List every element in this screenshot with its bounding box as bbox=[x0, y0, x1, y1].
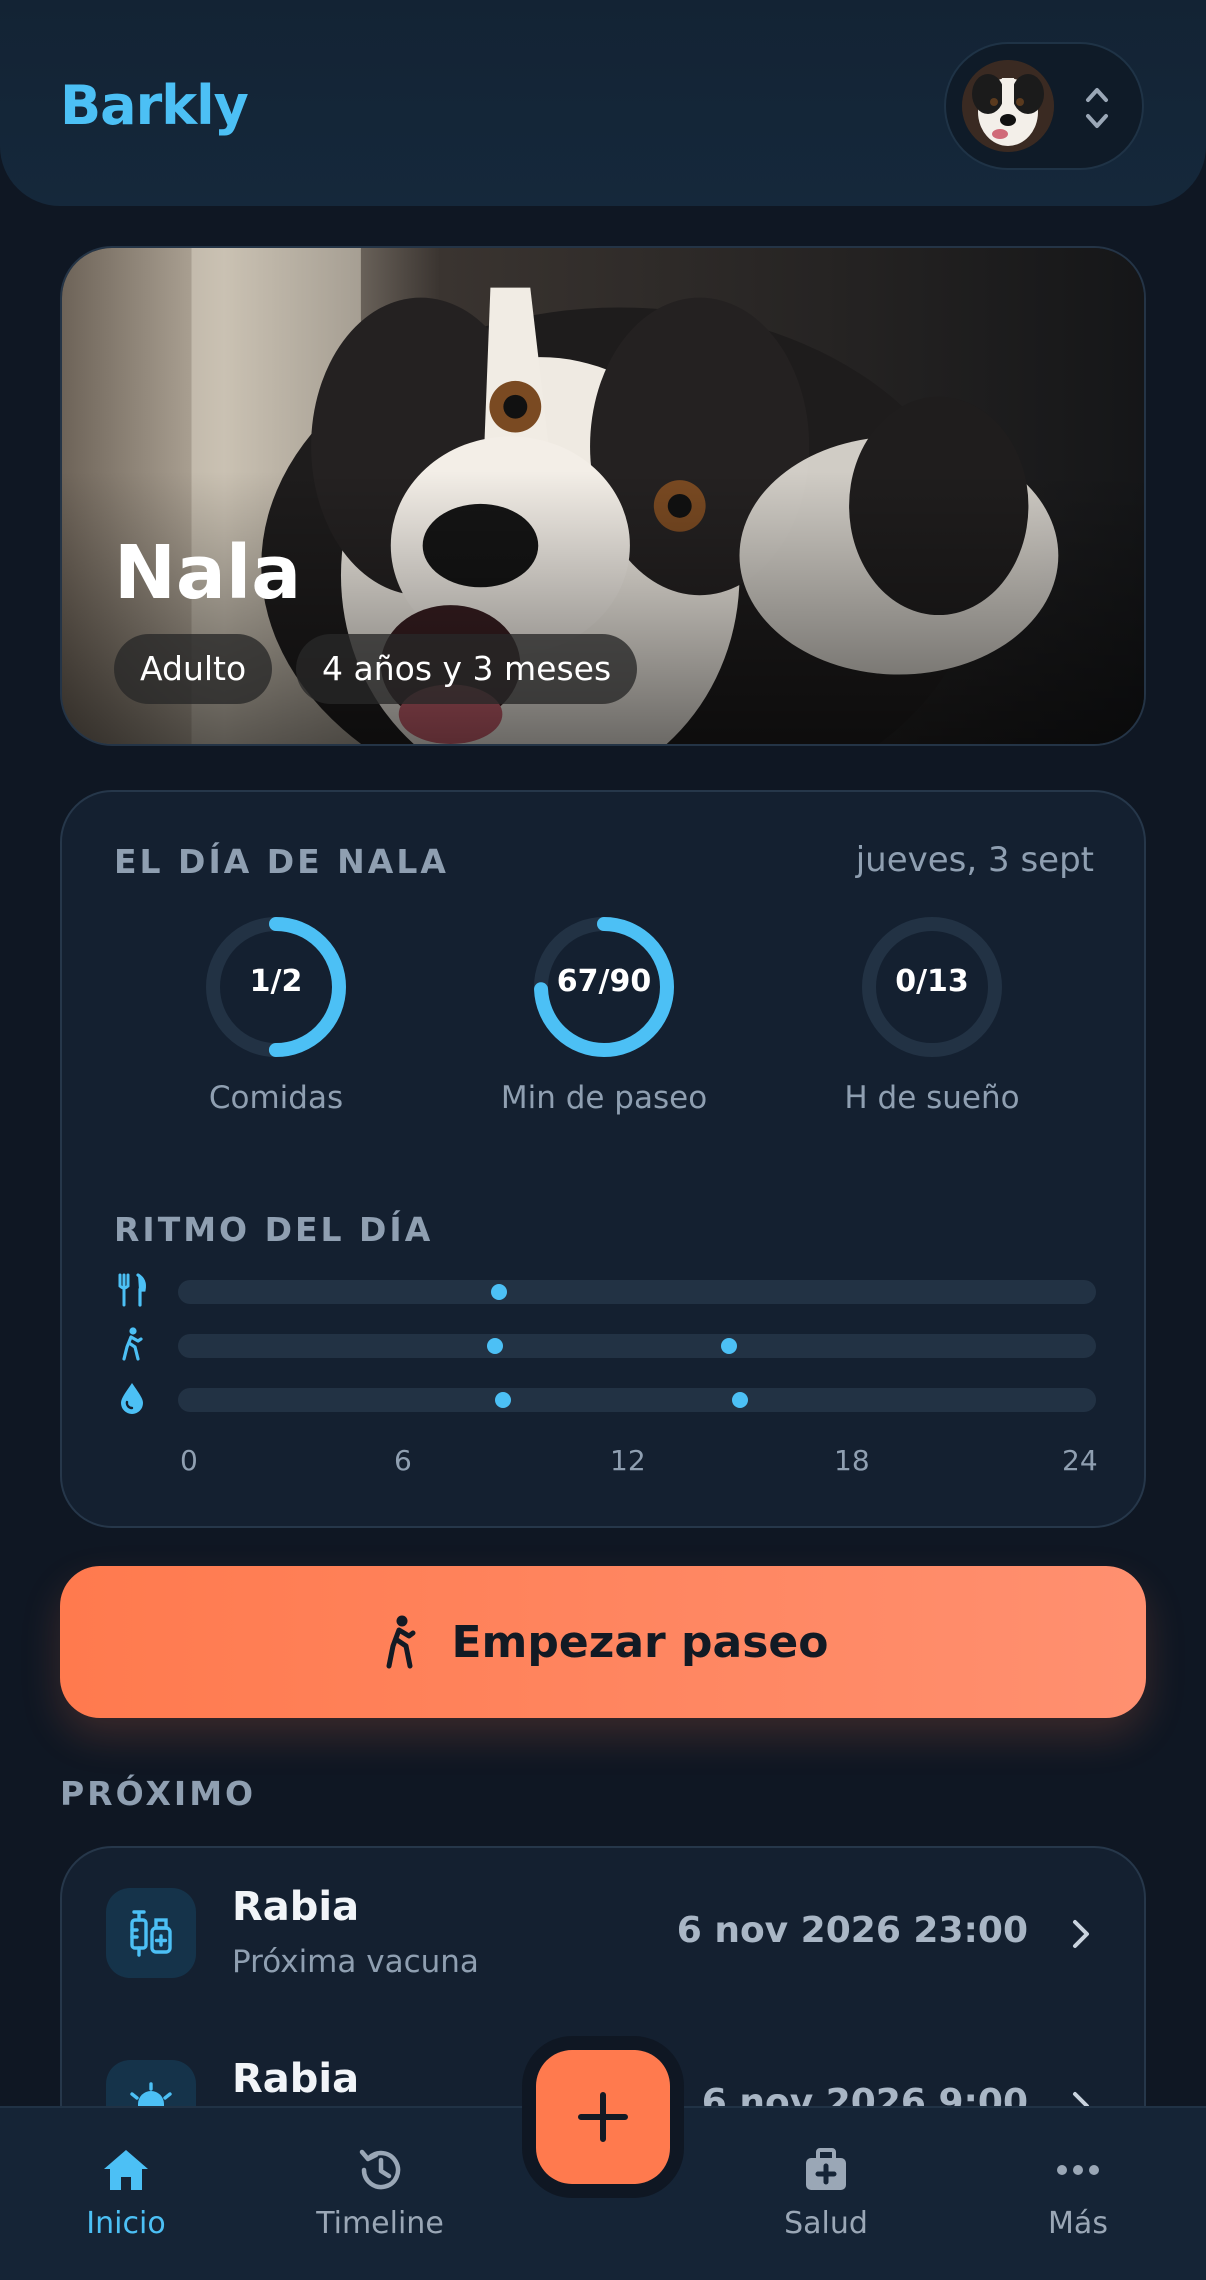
app-root: Barkly Nala Adulto 4 años y 3 meses EL D… bbox=[0, 0, 1206, 2280]
day-title: EL DÍA DE NALA bbox=[114, 842, 449, 881]
sleep-hours-value: 0/13 bbox=[895, 964, 969, 999]
upcoming-item-date: 6 nov 2026 23:00 bbox=[676, 1910, 1028, 1951]
upcoming-item-name: Rabia bbox=[232, 1884, 360, 1930]
rhythm-track-walks bbox=[178, 1334, 1096, 1358]
start-walk-button[interactable]: Empezar paseo bbox=[60, 1566, 1146, 1718]
rhythm-tick-12: 12 bbox=[610, 1444, 646, 1477]
nav-label-timeline: Timeline bbox=[316, 2206, 444, 2241]
walk-minutes-ring[interactable]: 67/90 Min de paseo bbox=[454, 912, 754, 1132]
nav-label-mas: Más bbox=[1048, 2206, 1108, 2241]
rhythm-event-walks bbox=[720, 1338, 737, 1354]
app-logo: Barkly bbox=[60, 74, 249, 137]
age-chip: 4 años y 3 meses bbox=[296, 634, 638, 704]
day-rhythm-timeline: 0 6 12 18 24 bbox=[62, 1272, 1148, 1477]
upcoming-item-subtitle: Próxima vacuna bbox=[232, 1944, 479, 1980]
more-icon bbox=[1057, 2165, 1099, 2175]
day-summary-card: EL DÍA DE NALA jueves, 3 sept 1/2 Comida… bbox=[60, 790, 1146, 1528]
drop-icon bbox=[121, 1383, 143, 1414]
chevron-right-icon bbox=[1073, 1920, 1089, 1948]
nav-item-mas[interactable]: Más bbox=[978, 2142, 1178, 2241]
add-entry-button[interactable] bbox=[536, 2050, 670, 2184]
walk-minutes-label: Min de paseo bbox=[500, 1080, 708, 1116]
rhythm-track-meals bbox=[178, 1280, 1096, 1304]
life-stage-chip: Adulto bbox=[114, 634, 273, 704]
history-icon bbox=[359, 2149, 401, 2190]
meals-ring[interactable]: 1/2 Comidas bbox=[126, 912, 426, 1132]
pet-switcher[interactable] bbox=[944, 42, 1144, 170]
home-icon bbox=[104, 2150, 148, 2190]
top-bar: Barkly bbox=[0, 0, 1206, 206]
meals-label: Comidas bbox=[208, 1080, 344, 1116]
rhythm-tick-24: 24 bbox=[1062, 1444, 1098, 1477]
rhythm-event-water bbox=[495, 1392, 512, 1408]
rhythm-tick-0: 0 bbox=[180, 1444, 198, 1477]
chevron-up-down-icon bbox=[1086, 88, 1108, 128]
walk-minutes-value: 67/90 bbox=[556, 964, 652, 999]
nav-item-inicio[interactable]: Inicio bbox=[26, 2142, 226, 2241]
nav-label-inicio: Inicio bbox=[86, 2206, 166, 2241]
upcoming-item-name: Rabia bbox=[232, 2056, 360, 2102]
walk-icon bbox=[386, 1615, 416, 1669]
plus-icon bbox=[578, 2092, 628, 2142]
rhythm-tick-6: 6 bbox=[394, 1444, 412, 1477]
sleep-hours-label: H de sueño bbox=[844, 1080, 1020, 1116]
sleep-hours-ring[interactable]: 0/13 H de sueño bbox=[782, 912, 1082, 1132]
start-walk-label: Empezar paseo bbox=[451, 1616, 829, 1668]
fork-knife-icon bbox=[118, 1273, 146, 1307]
upcoming-title: PRÓXIMO bbox=[60, 1774, 257, 1813]
rhythm-tick-18: 18 bbox=[834, 1444, 870, 1477]
medical-kit-icon bbox=[806, 2148, 846, 2190]
nav-item-timeline[interactable]: Timeline bbox=[280, 2142, 480, 2241]
day-date: jueves, 3 sept bbox=[855, 840, 1094, 880]
pet-avatar bbox=[962, 60, 1054, 152]
vaccine-icon bbox=[106, 1888, 196, 1978]
nav-item-salud[interactable]: Salud bbox=[726, 2142, 926, 2241]
nav-label-salud: Salud bbox=[784, 2206, 868, 2241]
pet-name: Nala bbox=[114, 530, 302, 616]
rhythm-title: RITMO DEL DÍA bbox=[114, 1210, 434, 1249]
walk-icon bbox=[122, 1327, 143, 1361]
pet-hero-card[interactable]: Nala Adulto 4 años y 3 meses bbox=[60, 246, 1146, 746]
upcoming-item[interactable]: Rabia Próxima vacuna 6 nov 2026 23:00 bbox=[62, 1848, 1144, 2008]
meals-value: 1/2 bbox=[249, 964, 303, 999]
rhythm-track-water bbox=[178, 1388, 1096, 1412]
